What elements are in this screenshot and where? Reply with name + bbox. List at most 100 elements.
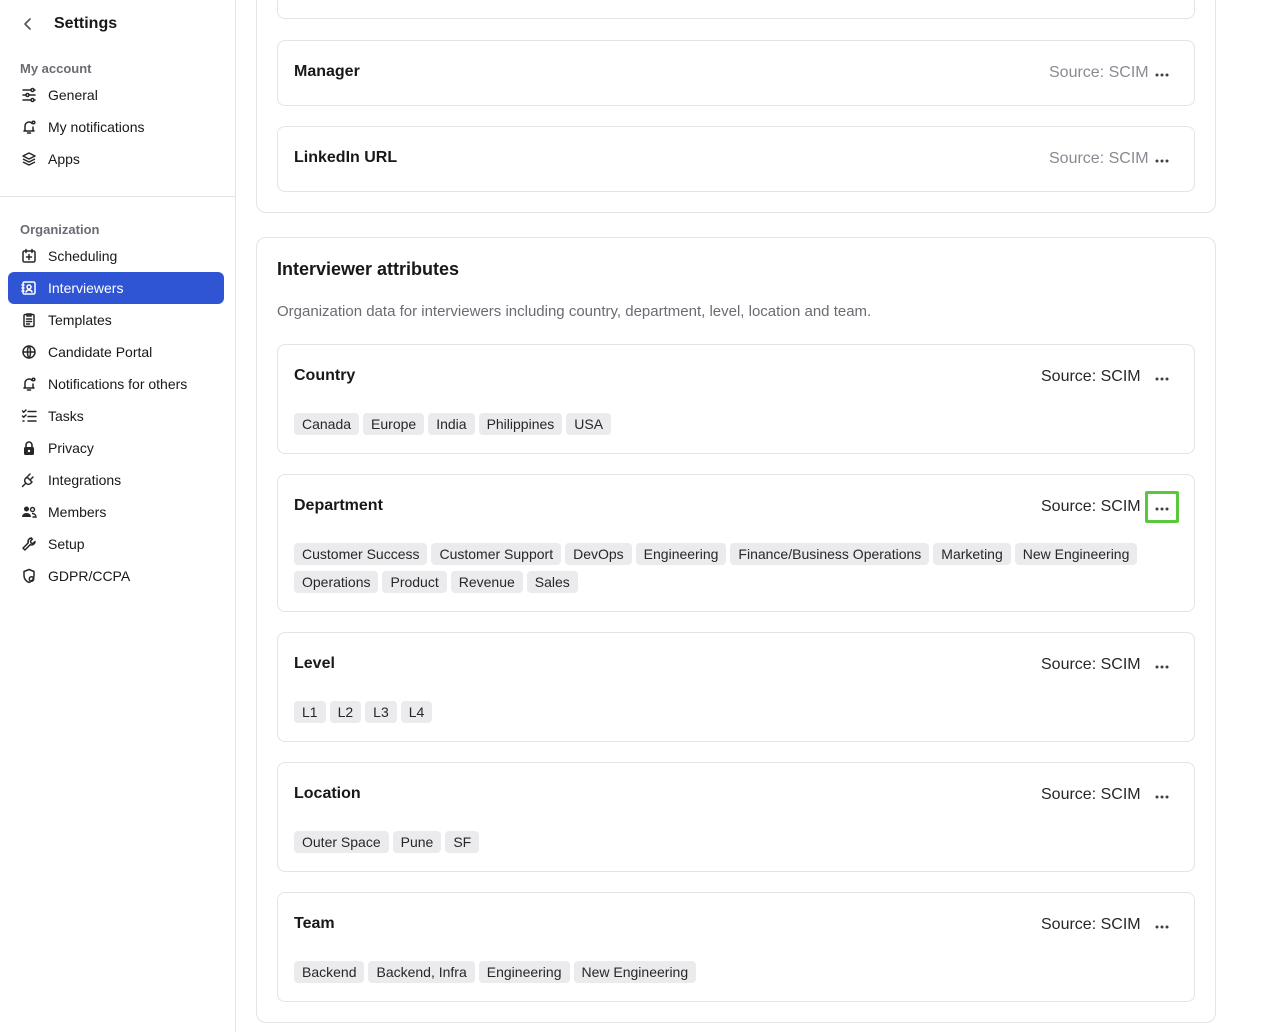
card-title: Location <box>294 785 361 802</box>
card-title: Department <box>294 497 383 514</box>
plug-icon <box>20 471 38 489</box>
tag: Engineering <box>478 961 570 983</box>
lock-icon <box>20 439 38 457</box>
sidebar-item-label: Tasks <box>48 408 84 424</box>
sidebar-item-templates[interactable]: Templates <box>8 304 224 336</box>
country-card: Country Source: SCIM Canada Europe India… <box>277 344 1195 454</box>
partial-card <box>277 0 1195 19</box>
main-content: Manager Source: SCIM LinkedIn URL Source… <box>236 0 1267 1032</box>
tag: Philippines <box>478 413 563 435</box>
ellipsis-icon <box>1155 150 1169 168</box>
sidebar-item-members[interactable]: Members <box>8 496 224 528</box>
tag: DevOps <box>565 543 632 565</box>
sidebar-item-label: Members <box>48 504 107 520</box>
sidebar-item-label: Integrations <box>48 472 122 488</box>
tag: USA <box>566 413 612 435</box>
organization-heading: Organization <box>20 222 100 237</box>
checklist-icon <box>20 407 38 425</box>
tag: Operations <box>294 571 379 593</box>
sidebar-item-interviewers[interactable]: Interviewers <box>8 272 224 304</box>
globe-icon <box>20 343 38 361</box>
ellipsis-icon <box>1155 786 1169 804</box>
sidebar-item-setup[interactable]: Setup <box>8 528 224 560</box>
tag: Europe <box>363 413 425 435</box>
tag: Canada <box>294 413 360 435</box>
sidebar-item-privacy[interactable]: Privacy <box>8 432 224 464</box>
sidebar-item-candidate-portal[interactable]: Candidate Portal <box>8 336 224 368</box>
clipboard-list-icon <box>20 311 38 329</box>
settings-sidebar: Settings My account General My notificat… <box>0 0 236 1032</box>
more-options-button[interactable] <box>1145 361 1179 393</box>
card-title: Country <box>294 367 356 384</box>
tag: India <box>428 413 475 435</box>
sidebar-item-scheduling[interactable]: Scheduling <box>8 240 224 272</box>
tag: Engineering <box>635 543 727 565</box>
source-label: Source: SCIM <box>1041 656 1141 673</box>
sidebar-item-integrations[interactable]: Integrations <box>8 464 224 496</box>
tag: L1 <box>294 701 326 723</box>
card-title: LinkedIn URL <box>294 149 398 166</box>
sidebar-item-my-notifications[interactable]: My notifications <box>8 111 224 143</box>
sidebar-item-general[interactable]: General <box>8 79 224 111</box>
tag: Revenue <box>450 571 523 593</box>
bell-icon <box>20 118 38 136</box>
settings-title: Settings <box>54 15 118 32</box>
sidebar-item-tasks[interactable]: Tasks <box>8 400 224 432</box>
tag: SF <box>445 831 480 853</box>
location-card: Location Source: SCIM Outer Space Pune S… <box>277 762 1195 872</box>
calendar-plus-icon <box>20 247 38 265</box>
ellipsis-icon <box>1155 498 1169 516</box>
ellipsis-icon <box>1155 368 1169 386</box>
tag: New Engineering <box>1014 543 1138 565</box>
level-card: Level Source: SCIM L1 L2 L3 L4 <box>277 632 1195 742</box>
more-options-button[interactable] <box>1145 649 1179 681</box>
sidebar-item-label: Setup <box>48 536 85 552</box>
sidebar-item-label: Interviewers <box>48 280 124 296</box>
shield-gear-icon <box>20 567 38 585</box>
contact-card-icon <box>20 279 38 297</box>
sidebar-item-label: Privacy <box>48 440 94 456</box>
tag-list: L1 L2 L3 L4 <box>294 701 1174 723</box>
sidebar-header: Settings <box>20 12 117 36</box>
tag: Backend <box>294 961 365 983</box>
sidebar-item-gdpr-ccpa[interactable]: GDPR/CCPA <box>8 560 224 592</box>
tag: Backend, Infra <box>368 961 475 983</box>
layers-icon <box>20 150 38 168</box>
sidebar-item-label: Notifications for others <box>48 376 188 392</box>
sidebar-item-label: General <box>48 87 98 103</box>
section-title: Interviewer attributes <box>277 259 460 279</box>
more-options-button[interactable] <box>1145 57 1179 89</box>
tag: Outer Space <box>294 831 389 853</box>
wrench-icon <box>20 535 38 553</box>
ellipsis-icon <box>1155 64 1169 82</box>
tag: Pune <box>392 831 442 853</box>
source-label: Source: SCIM <box>1041 368 1141 385</box>
tag-list: Customer Success Customer Support DevOps… <box>294 543 1174 593</box>
sidebar-item-label: GDPR/CCPA <box>48 568 131 584</box>
tag: Customer Success <box>294 543 428 565</box>
sidebar-item-notifications-for-others[interactable]: Notifications for others <box>8 368 224 400</box>
more-options-button[interactable] <box>1145 909 1179 941</box>
more-options-button[interactable] <box>1145 779 1179 811</box>
my-account-heading: My account <box>20 61 92 76</box>
manager-card: Manager Source: SCIM <box>277 40 1195 106</box>
source-label: Source: SCIM <box>1041 498 1141 515</box>
tag: Finance/Business Operations <box>730 543 930 565</box>
tag-list: Backend Backend, Infra Engineering New E… <box>294 961 1174 983</box>
tag: L2 <box>329 701 362 723</box>
sidebar-item-label: Candidate Portal <box>48 344 153 360</box>
source-label: Source: SCIM <box>1049 150 1149 167</box>
ellipsis-icon <box>1155 916 1169 934</box>
sliders-icon <box>20 86 38 104</box>
card-title: Level <box>294 655 335 672</box>
sidebar-item-apps[interactable]: Apps <box>8 143 224 175</box>
more-options-button[interactable] <box>1145 143 1179 175</box>
source-label: Source: SCIM <box>1049 64 1149 81</box>
source-label: Source: SCIM <box>1041 916 1141 933</box>
chevron-left-icon[interactable] <box>20 16 36 32</box>
tag: New Engineering <box>573 961 697 983</box>
more-options-button[interactable] <box>1145 491 1179 523</box>
source-label: Source: SCIM <box>1041 786 1141 803</box>
ellipsis-icon <box>1155 656 1169 674</box>
sidebar-item-label: Apps <box>48 151 80 167</box>
